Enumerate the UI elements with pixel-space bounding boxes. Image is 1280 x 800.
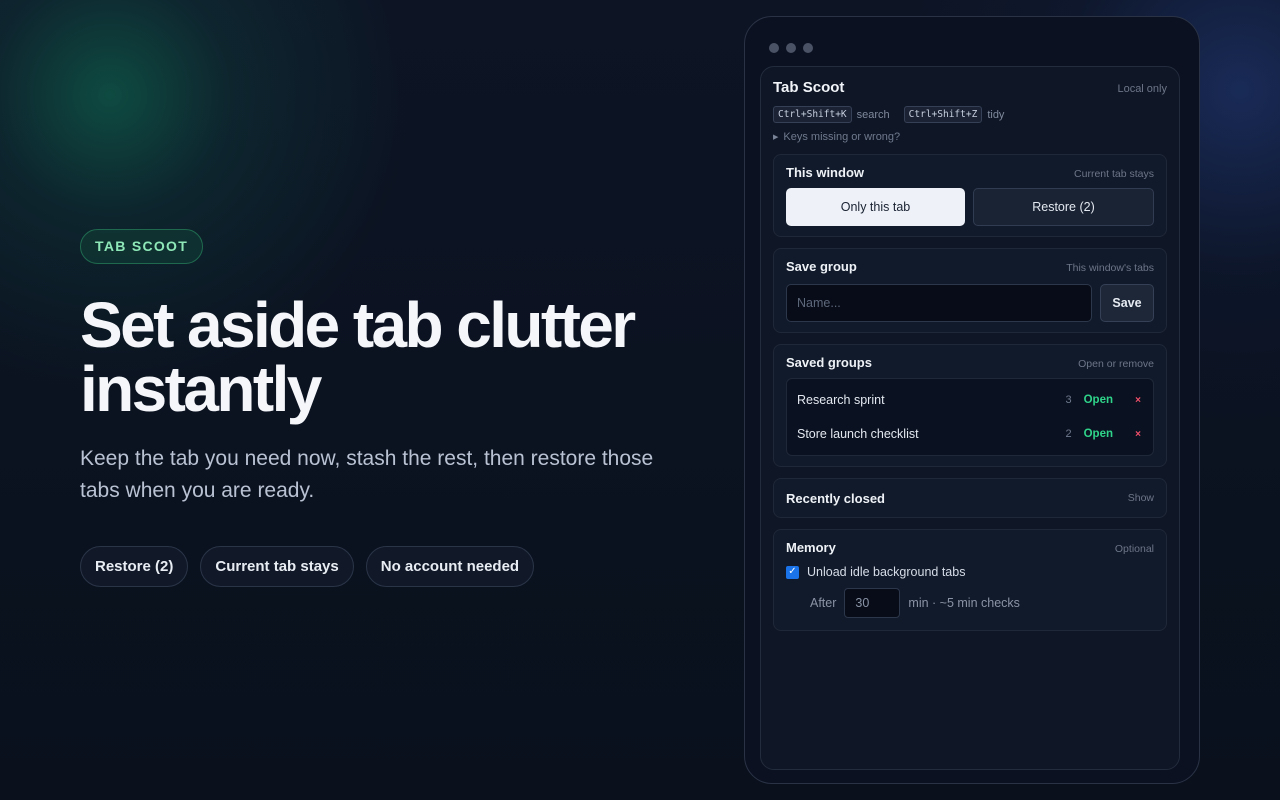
group-name: Store launch checklist — [797, 427, 919, 441]
recently-closed-show-toggle[interactable]: Show — [1128, 492, 1154, 504]
saved-groups-list: Research sprint 3 Open × Store launch ch… — [786, 378, 1154, 456]
saved-groups-title: Saved groups — [786, 355, 872, 370]
unload-minutes-input[interactable] — [844, 588, 901, 618]
save-group-card: Save group This window's tabs Save — [773, 248, 1167, 333]
memory-title: Memory — [786, 540, 836, 555]
group-name-input[interactable] — [786, 284, 1092, 322]
list-item: Store launch checklist 2 Open × — [787, 417, 1153, 451]
unload-after-row: After min · ~5 min checks — [810, 588, 1154, 618]
keys-missing-label: Keys missing or wrong? — [783, 131, 901, 143]
pill-no-account: No account needed — [365, 546, 535, 587]
save-group-button[interactable]: Save — [1100, 284, 1154, 322]
remove-group-icon[interactable]: × — [1133, 395, 1143, 406]
search-shortcut-key: Ctrl+Shift+K — [773, 106, 852, 123]
this-window-title: This window — [786, 165, 864, 180]
popup-header: Tab Scoot Local only — [773, 79, 1167, 96]
memory-card: Memory Optional ✓ Unload idle background… — [773, 529, 1167, 631]
unload-idle-option[interactable]: ✓ Unload idle background tabs — [786, 565, 1154, 579]
headline-line-1: Set aside tab clutter — [80, 289, 636, 361]
local-only-note: Local only — [1117, 83, 1167, 95]
recently-closed-title: Recently closed — [786, 490, 885, 506]
brand-badge: TAB SCOOT — [80, 229, 204, 264]
device-frame: Tab Scoot Local only Ctrl+Shift+K search… — [744, 16, 1200, 784]
save-group-title: Save group — [786, 259, 857, 274]
hero-section: TAB SCOOT Set aside tab clutter instantl… — [80, 229, 700, 587]
list-item: Research sprint 3 Open × — [787, 383, 1153, 417]
only-this-tab-button[interactable]: Only this tab — [786, 188, 965, 226]
window-dot-icon — [769, 43, 779, 53]
tidy-shortcut-label: tidy — [987, 108, 1005, 121]
headline: Set aside tab clutter instantly — [80, 293, 700, 421]
window-dot-icon — [803, 43, 813, 53]
this-window-note: Current tab stays — [1074, 168, 1154, 180]
window-dots — [769, 43, 813, 53]
recently-closed-card: Recently closed Show — [773, 478, 1167, 518]
after-suffix: min · ~5 min checks — [908, 596, 1020, 610]
after-label: After — [810, 596, 837, 610]
saved-groups-card: Saved groups Open or remove Research spr… — [773, 344, 1167, 467]
search-shortcut-label: search — [856, 108, 890, 121]
group-tab-count: 3 — [1065, 394, 1072, 406]
headline-line-2: instantly — [80, 353, 322, 425]
this-window-card: This window Current tab stays Only this … — [773, 154, 1167, 237]
shortcut-hints: Ctrl+Shift+K search Ctrl+Shift+Z tidy — [773, 106, 1167, 123]
saved-groups-note: Open or remove — [1078, 358, 1154, 370]
extension-popup: Tab Scoot Local only Ctrl+Shift+K search… — [760, 66, 1180, 770]
group-name: Research sprint — [797, 393, 885, 407]
pill-restore: Restore (2) — [80, 546, 189, 587]
unload-idle-label: Unload idle background tabs — [807, 565, 966, 579]
window-dot-icon — [786, 43, 796, 53]
tidy-shortcut-key: Ctrl+Shift+Z — [903, 106, 983, 123]
open-group-button[interactable]: Open — [1084, 394, 1113, 406]
restore-button[interactable]: Restore (2) — [973, 188, 1154, 226]
subheadline: Keep the tab you need now, stash the res… — [80, 447, 654, 502]
feature-pills: Restore (2) Current tab stays No account… — [80, 546, 700, 587]
popup-title: Tab Scoot — [773, 79, 845, 96]
unload-idle-checkbox[interactable]: ✓ — [786, 565, 799, 579]
group-tab-count: 2 — [1065, 428, 1072, 440]
remove-group-icon[interactable]: × — [1133, 429, 1143, 440]
keys-missing-disclosure[interactable]: ▶ Keys missing or wrong? — [773, 131, 1167, 143]
disclosure-triangle-icon: ▶ — [773, 134, 779, 141]
save-group-note: This window's tabs — [1066, 262, 1154, 274]
memory-note: Optional — [1114, 543, 1154, 555]
pill-current-tab-stays: Current tab stays — [200, 546, 354, 587]
open-group-button[interactable]: Open — [1084, 428, 1113, 440]
